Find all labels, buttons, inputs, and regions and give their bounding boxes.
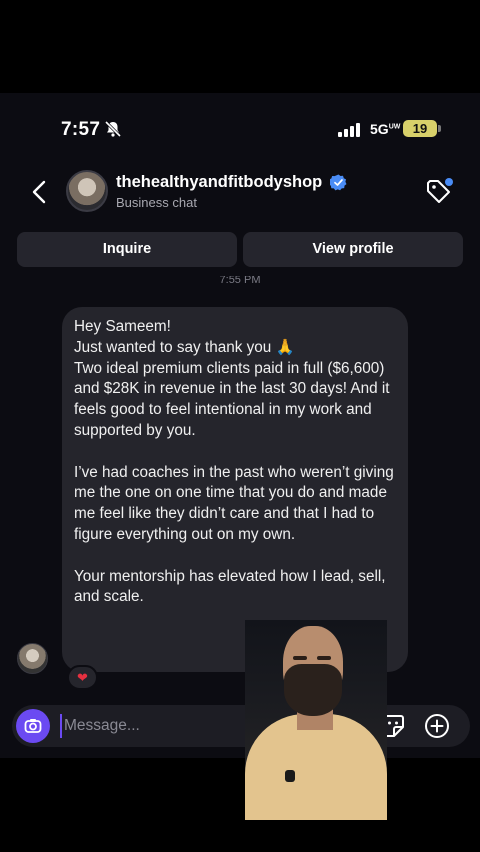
presenter-beard — [284, 664, 342, 716]
view-profile-button[interactable]: View profile — [243, 232, 463, 267]
verified-badge-icon — [330, 174, 347, 191]
inquire-button[interactable]: Inquire — [17, 232, 237, 267]
message-composer — [12, 705, 470, 747]
chat-screen: 7:57 5GUW 19 thehealthyandfitbodyshop Bu… — [0, 93, 480, 758]
chat-subtitle: Business chat — [116, 195, 197, 210]
message-paragraph-3: Your mentorship has elevated how I lead,… — [74, 567, 390, 606]
message-paragraph-2: I’ve had coaches in the past who weren’t… — [74, 463, 398, 543]
battery-indicator: 19 — [403, 120, 437, 137]
message-timestamp: 7:55 PM — [219, 276, 261, 286]
lapel-mic — [285, 770, 295, 782]
message-bubble[interactable]: Hey Sameem! Just wanted to say thank you… — [62, 307, 408, 672]
presenter-brow-left — [293, 656, 307, 660]
tag-icon[interactable] — [424, 177, 454, 205]
signal-icon — [338, 123, 360, 137]
status-bar: 7:57 5GUW 19 — [0, 93, 480, 165]
status-time: 7:57 — [61, 119, 101, 140]
camera-icon — [24, 719, 42, 733]
battery-cap — [438, 125, 441, 132]
profile-avatar[interactable] — [66, 170, 108, 212]
chat-username[interactable]: thehealthyandfitbodyshop — [116, 173, 322, 192]
network-label: 5GUW — [370, 121, 401, 137]
camera-button[interactable] — [16, 709, 50, 743]
message-input[interactable] — [60, 714, 240, 738]
heart-reaction[interactable]: ❤ — [67, 665, 98, 690]
back-chevron-icon[interactable] — [30, 179, 50, 205]
message-paragraph-1: Hey Sameem! Just wanted to say thank you… — [74, 318, 390, 439]
muted-bell-icon — [104, 120, 122, 138]
plus-circle-icon[interactable] — [424, 713, 450, 739]
sender-avatar[interactable] — [17, 643, 48, 674]
presenter-brow-right — [317, 656, 331, 660]
presenter-video-overlay — [245, 620, 387, 820]
